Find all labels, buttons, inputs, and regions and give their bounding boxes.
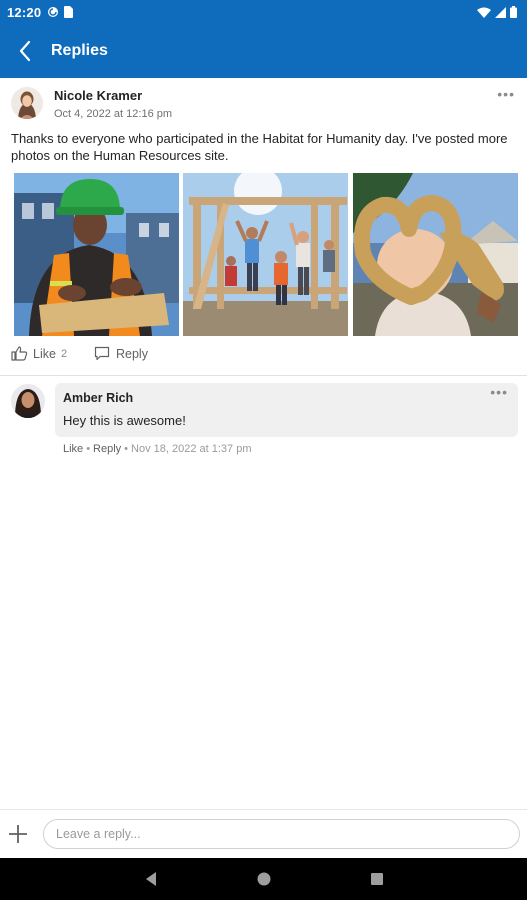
back-button[interactable]: [0, 24, 50, 78]
author-name[interactable]: Nicole Kramer: [54, 88, 142, 103]
reply-author-avatar[interactable]: [11, 384, 45, 418]
plus-icon: [9, 825, 27, 843]
like-button[interactable]: Like 2: [11, 346, 67, 361]
sim-card-icon: [64, 6, 74, 18]
more-horizontal-icon: •••: [497, 86, 515, 102]
more-horizontal-icon: •••: [490, 384, 508, 400]
back-arrow-icon: [19, 40, 31, 62]
post-photo-2[interactable]: [183, 173, 348, 336]
meta-separator: •: [86, 443, 91, 455]
nav-back-button[interactable]: [143, 871, 159, 887]
wifi-icon: [477, 7, 491, 18]
post-photo-3[interactable]: [353, 173, 518, 336]
app-header: Replies: [0, 24, 527, 78]
like-label: Like: [33, 346, 56, 361]
reply-more-button[interactable]: •••: [490, 384, 508, 400]
reply-meta: Like • Reply • Nov 18, 2022 at 1:37 pm: [63, 443, 252, 455]
post-more-button[interactable]: •••: [497, 86, 515, 102]
reply-button[interactable]: Reply: [94, 346, 148, 361]
notification-icons: [47, 6, 74, 18]
reply-author-name[interactable]: Amber Rich: [63, 391, 133, 405]
status-bar: 12:20: [0, 0, 527, 24]
system-nav-bar: [0, 858, 527, 900]
reply-label: Reply: [116, 346, 148, 361]
comment-icon: [94, 346, 110, 361]
nav-recents-button[interactable]: [369, 871, 385, 887]
battery-icon: [510, 6, 517, 18]
reply-bubble: Amber Rich Hey this is awesome! •••: [55, 383, 518, 437]
reply-like-link[interactable]: Like: [63, 443, 83, 455]
reply-reply-link[interactable]: Reply: [93, 443, 121, 455]
sync-icon: [48, 7, 59, 17]
recents-square-icon: [371, 873, 383, 885]
nav-home-button[interactable]: [256, 871, 272, 887]
post-photo-1[interactable]: [14, 173, 179, 336]
reply-text: Hey this is awesome!: [63, 413, 186, 428]
reply-input[interactable]: [43, 819, 520, 849]
post: Nicole Kramer Oct 4, 2022 at 12:16 pm ••…: [0, 78, 527, 361]
post-body: Thanks to everyone who participated in t…: [11, 131, 508, 163]
author-avatar[interactable]: [11, 87, 43, 119]
like-count[interactable]: 2: [61, 348, 67, 360]
post-header: Nicole Kramer Oct 4, 2022 at 12:16 pm ••…: [0, 78, 527, 124]
meta-separator: •: [124, 443, 129, 455]
status-time: 12:20: [7, 4, 42, 20]
reply-composer: [0, 809, 527, 858]
thumbs-up-icon: [11, 346, 28, 361]
reply-timestamp: Nov 18, 2022 at 1:37 pm: [131, 443, 252, 455]
post-timestamp: Oct 4, 2022 at 12:16 pm: [54, 108, 173, 120]
signal-icon: [495, 6, 506, 18]
back-triangle-icon: [146, 872, 156, 886]
divider: [0, 375, 527, 376]
post-actions: Like 2 Reply: [0, 346, 527, 368]
page-title: Replies: [51, 42, 108, 59]
home-circle-icon: [257, 872, 271, 886]
add-attachment-button[interactable]: [7, 823, 29, 845]
